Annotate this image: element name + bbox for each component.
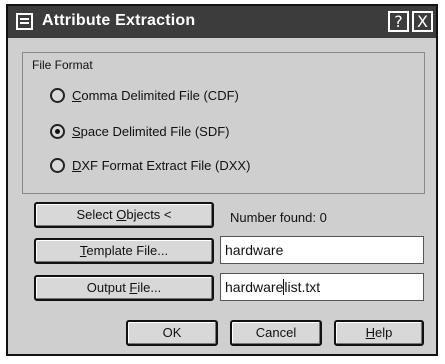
file-format-legend: File Format [30, 58, 95, 72]
radio-cdf-label: Comma Delimited File (CDF) [72, 88, 239, 103]
output-file-button[interactable]: Output File... [34, 275, 214, 301]
cancel-button[interactable]: Cancel [230, 320, 322, 346]
template-file-field[interactable]: hardware [220, 236, 424, 264]
number-found: Number found: 0 [230, 210, 327, 225]
ok-button[interactable]: OK [126, 320, 218, 346]
number-found-value: 0 [319, 210, 327, 225]
template-file-button[interactable]: Template File... [34, 238, 214, 264]
help-title-button[interactable]: ? [388, 11, 409, 32]
attribute-extraction-dialog: Attribute Extraction ? X File Format Com… [6, 4, 438, 356]
radio-dxx-label: DXF Format Extract File (DXX) [72, 158, 251, 173]
close-button[interactable]: X [412, 11, 433, 32]
select-objects-button[interactable]: Select Objects < [34, 202, 214, 228]
radio-cdf-indicator[interactable] [50, 88, 65, 103]
title-bar: Attribute Extraction ? X [8, 6, 436, 38]
radio-sdf-indicator[interactable] [50, 124, 65, 139]
output-file-field[interactable]: hardwarelist.txt [220, 273, 424, 301]
dialog-title: Attribute Extraction [42, 12, 196, 29]
help-button[interactable]: Help [334, 320, 424, 346]
app-icon [16, 13, 33, 30]
radio-sdf-label: Space Delimited File (SDF) [72, 124, 230, 139]
radio-dxx-indicator[interactable] [50, 158, 65, 173]
